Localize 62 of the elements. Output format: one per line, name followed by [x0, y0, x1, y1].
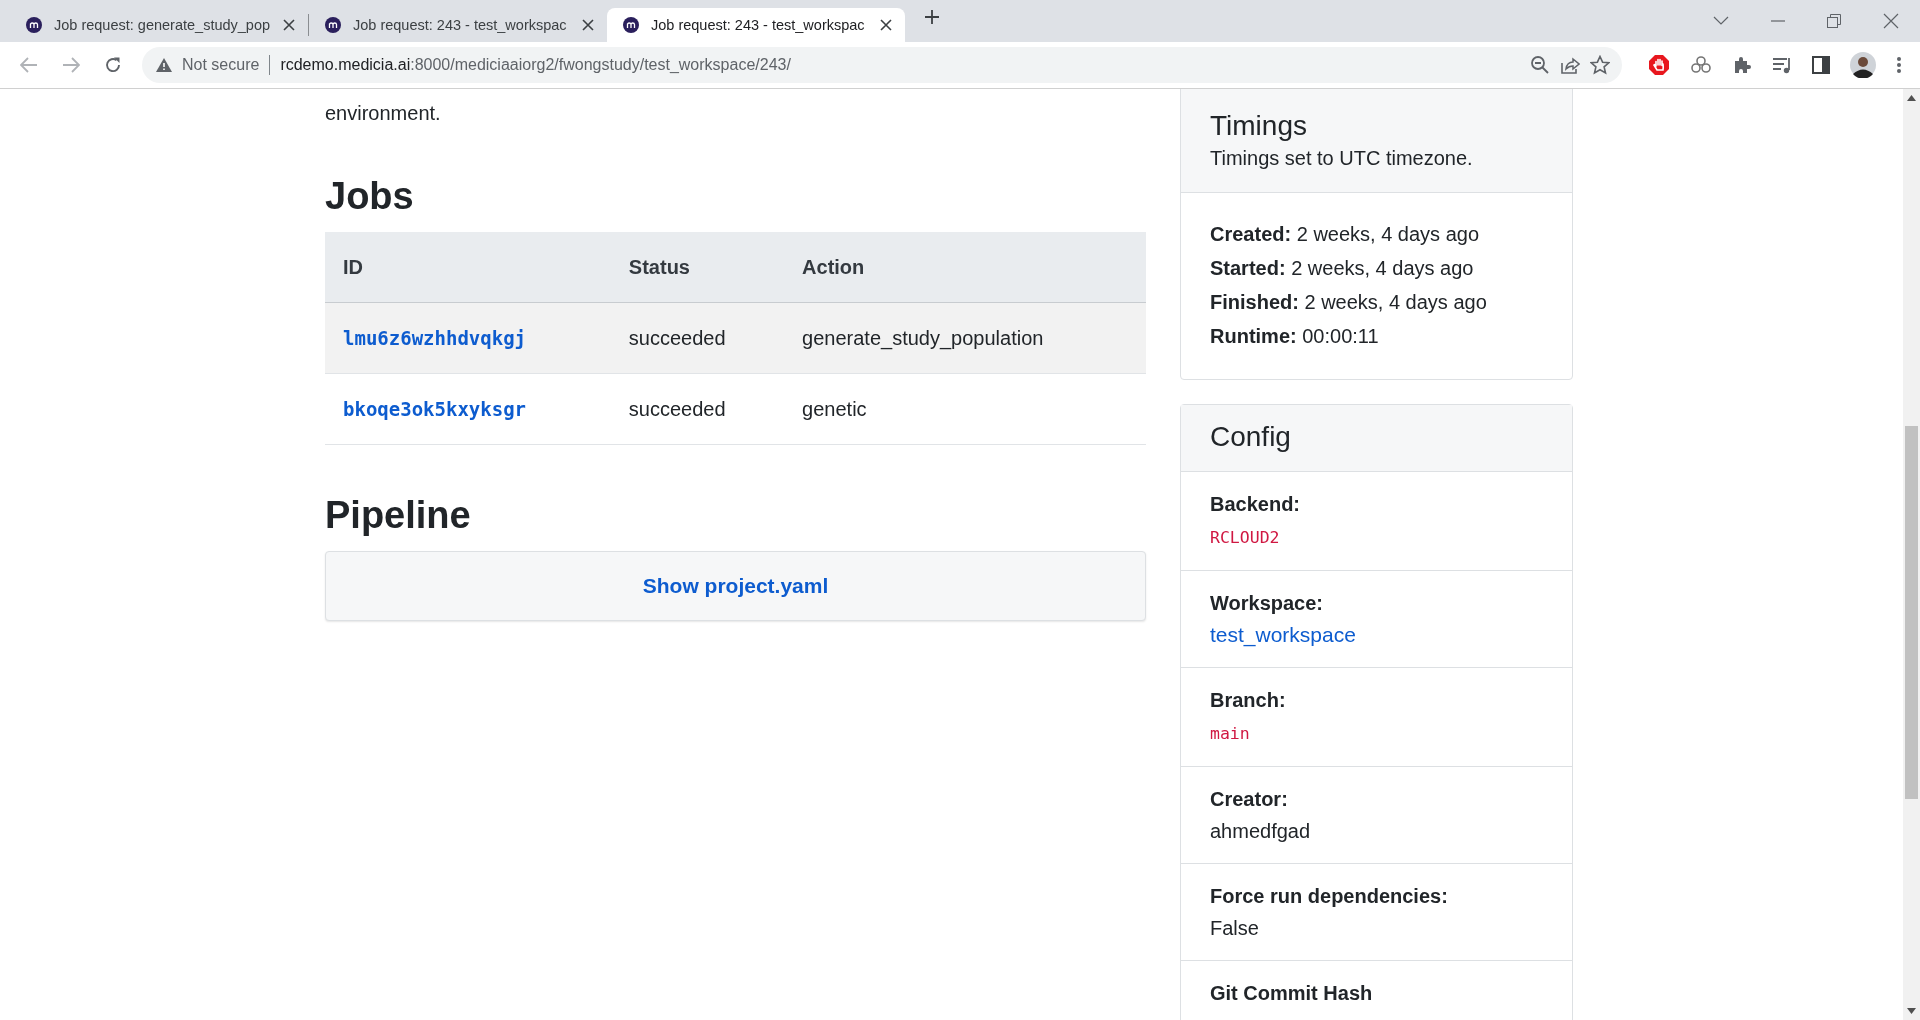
puzzle-icon[interactable]	[1732, 55, 1752, 75]
job-id-link[interactable]: lmu6z6wzhhdvqkgj	[343, 326, 527, 349]
side-panel-icon[interactable]	[1812, 56, 1830, 74]
media-list-icon[interactable]	[1772, 56, 1792, 74]
browser-tab[interactable]: Job request: generate_study_pop	[10, 8, 308, 42]
scrollbar-thumb[interactable]	[1905, 426, 1918, 799]
field-label: Branch:	[1210, 688, 1287, 713]
column-header: Status	[610, 232, 785, 303]
reload-icon[interactable]	[104, 56, 122, 74]
warning-icon	[156, 58, 172, 72]
timing-text: Started: 2 weeks, 4 days ago	[1210, 256, 1475, 281]
logo-icon	[623, 17, 639, 33]
field-value: False	[1210, 917, 1259, 939]
browser-tab[interactable]: Job request: 243 - test_workspac	[607, 8, 905, 42]
close-icon[interactable]	[879, 18, 893, 32]
table-cell: generate_study_population	[784, 302, 1146, 374]
workspace-link[interactable]: test_workspace	[1210, 623, 1356, 646]
description-text: environment.	[325, 101, 442, 126]
browser-tab[interactable]: Job request: 243 - test_workspac	[309, 8, 607, 42]
field-label: Creator:	[1210, 787, 1289, 812]
field-label: Backend:	[1210, 492, 1302, 517]
address-bar[interactable]: Not secure rcdemo.medicia.ai:8000/mediciaaiorg2/fwongstudy/test_workspace/243/	[142, 47, 1622, 83]
code-value: RCLOUD2	[1210, 528, 1280, 547]
new-tab-icon[interactable]	[923, 8, 941, 26]
chain-icon[interactable]	[1690, 55, 1712, 75]
timing-text: Created: 2 weeks, 4 days ago	[1210, 222, 1481, 247]
scroll-up-icon[interactable]	[1907, 95, 1916, 101]
field-label: Git Commit Hash	[1210, 981, 1374, 1006]
section-heading: Pipeline	[325, 493, 472, 537]
timing-text: Runtime: 00:00:11	[1210, 324, 1380, 349]
card-title: Config	[1210, 420, 1292, 454]
logo-icon	[26, 17, 42, 33]
chevron-down-icon[interactable]	[1713, 16, 1729, 26]
url-text: rcdemo.medicia.ai:8000/mediciaaiorg2/fwongstudy/test_workspace/243/	[280, 56, 792, 74]
show-file-button[interactable]: Show project.yaml	[325, 551, 1146, 621]
zoom-out-icon[interactable]	[1530, 55, 1550, 75]
more-icon[interactable]	[1896, 56, 1902, 74]
column-header: Action	[784, 232, 1146, 303]
avatar-icon[interactable]	[1850, 52, 1876, 78]
security-label: Not secure	[182, 56, 260, 74]
star-icon[interactable]	[1590, 55, 1610, 75]
table-cell: succeeded	[610, 373, 785, 445]
code-value: main	[1210, 724, 1250, 743]
stop-hand-icon[interactable]	[1648, 54, 1670, 76]
table-cell: genetic	[784, 373, 1146, 445]
table-cell: succeeded	[610, 302, 785, 374]
share-icon[interactable]	[1560, 55, 1580, 75]
field-label: Force run dependencies:	[1210, 884, 1449, 909]
logo-icon	[325, 17, 341, 33]
field-label: Workspace:	[1210, 591, 1324, 616]
close-icon[interactable]	[282, 18, 296, 32]
card-title: Timings	[1210, 109, 1308, 143]
close-icon[interactable]	[581, 18, 595, 32]
restore-icon[interactable]	[1827, 14, 1841, 28]
field-value: ahmedfgad	[1210, 820, 1311, 842]
timing-text: Finished: 2 weeks, 4 days ago	[1210, 290, 1488, 315]
section-heading: Jobs	[325, 174, 415, 218]
card-subtitle: Timings set to UTC timezone.	[1210, 146, 1474, 171]
close-icon[interactable]	[1883, 13, 1899, 29]
column-header: ID	[325, 232, 611, 303]
job-id-link[interactable]: bkoqe3ok5kxyksgr	[343, 397, 527, 420]
scroll-down-icon[interactable]	[1907, 1008, 1916, 1014]
